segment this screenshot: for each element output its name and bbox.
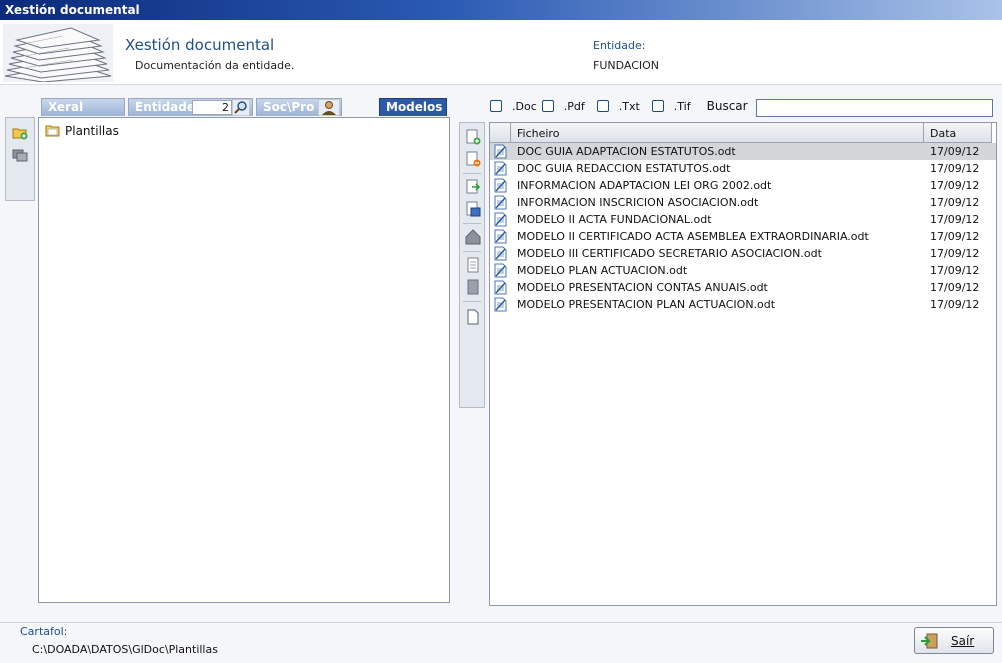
- file-date: 17/09/12: [930, 264, 980, 277]
- entity-value: FUNDACION: [593, 59, 660, 72]
- documents-stack-logo: [3, 24, 113, 82]
- save-file-icon[interactable]: [465, 201, 481, 217]
- file-date: 17/09/12: [930, 145, 980, 158]
- doc-label: .Doc: [512, 99, 537, 113]
- file-name: DOC GUIA REDACCION ESTATUTOS.odt: [517, 162, 731, 175]
- folder-tree: Plantillas: [38, 117, 450, 603]
- table-row[interactable]: MODELO III CERTIFICADO SECRETARIO ASOCIA…: [490, 245, 996, 262]
- column-header-date[interactable]: Data: [924, 123, 992, 143]
- file-actions-toolbar: [459, 122, 485, 408]
- window-titlebar: Xestión documental: [0, 0, 1002, 20]
- column-header-icon: [490, 123, 511, 143]
- document-gray-icon[interactable]: [465, 279, 481, 295]
- table-row[interactable]: INFORMACION INSCRICION ASOCIACION.odt 17/…: [490, 194, 996, 211]
- file-name: INFORMACION INSCRICION ASOCIACION.odt: [517, 196, 759, 209]
- folder-icon: [45, 125, 60, 137]
- table-row[interactable]: MODELO PRESENTACION PLAN ACTUACION.odt 17…: [490, 296, 996, 313]
- odt-document-icon: [494, 280, 507, 295]
- odt-document-icon: [494, 246, 507, 261]
- pdf-checkbox[interactable]: [541, 100, 554, 112]
- file-name: MODELO II CERTIFICADO ACTA ASEMBLEA EXTR…: [517, 230, 869, 243]
- app-subtitle: Documentación da entidade.: [135, 59, 295, 72]
- document-icon[interactable]: [465, 257, 481, 273]
- tree-toolbar: [5, 117, 35, 201]
- extension-filters: .Doc .Pdf .Txt .Tif Buscar: [490, 99, 748, 113]
- table-row[interactable]: INFORMACION ADAPTACION LEI ORG 2002.odt 1…: [490, 177, 996, 194]
- folder-path: C:\DOADA\DATOS\GlDoc\Plantillas: [32, 643, 218, 656]
- folder-label: Cartafol:: [20, 625, 68, 638]
- odt-document-icon: [494, 212, 507, 227]
- file-date: 17/09/12: [930, 281, 980, 294]
- file-date: 17/09/12: [930, 298, 980, 311]
- file-name: DOC GUIA ADAPTACION ESTATUTOS.odt: [517, 145, 736, 158]
- file-name: MODELO PRESENTACION CONTAS ANUAIS.odt: [517, 281, 768, 294]
- table-row[interactable]: MODELO PLAN ACTUACION.odt 17/09/12: [490, 262, 996, 279]
- doc-checkbox[interactable]: [490, 100, 502, 112]
- column-header-file[interactable]: Ficheiro: [511, 123, 924, 143]
- search-label: Buscar: [706, 99, 748, 113]
- home-icon[interactable]: [465, 229, 481, 245]
- entity-label: Entidade:: [593, 39, 646, 52]
- new-folder-icon[interactable]: [12, 126, 28, 140]
- odt-document-icon: [494, 195, 507, 210]
- window-title: Xestión documental: [5, 3, 140, 17]
- file-date: 17/09/12: [930, 179, 980, 192]
- file-date: 17/09/12: [930, 162, 980, 175]
- file-date: 17/09/12: [930, 213, 980, 226]
- app-title: Xestión documental: [125, 36, 275, 54]
- file-date: 17/09/12: [930, 230, 980, 243]
- odt-document-icon: [494, 144, 507, 159]
- exit-door-icon: [921, 633, 938, 649]
- pdf-label: .Pdf: [563, 99, 585, 113]
- tab-modelos[interactable]: Modelos: [379, 98, 447, 116]
- tree-item-plantillas[interactable]: Plantillas: [45, 124, 119, 138]
- table-row[interactable]: DOC GUIA REDACCION ESTATUTOS.odt 17/09/12: [490, 160, 996, 177]
- table-row[interactable]: MODELO II ACTA FUNDACIONAL.odt 17/09/12: [490, 211, 996, 228]
- file-date: 17/09/12: [930, 247, 980, 260]
- file-name: MODELO PRESENTACION PLAN ACTUACION.odt: [517, 298, 776, 311]
- exit-label: Saír: [951, 634, 975, 648]
- tab-xeral[interactable]: Xeral: [41, 98, 125, 116]
- table-row[interactable]: DOC GUIA ADAPTACION ESTATUTOS.odt 17/09/1…: [490, 143, 996, 160]
- txt-label: .Txt: [618, 99, 640, 113]
- delete-file-icon[interactable]: [465, 151, 481, 167]
- user-icon[interactable]: [318, 99, 340, 116]
- odt-document-icon: [494, 263, 507, 278]
- file-name: MODELO II ACTA FUNDACIONAL.odt: [517, 213, 712, 226]
- search-input[interactable]: [756, 99, 993, 117]
- exit-button[interactable]: Saír: [914, 627, 994, 654]
- file-date: 17/09/12: [930, 196, 980, 209]
- file-name: MODELO III CERTIFICADO SECRETARIO ASOCIA…: [517, 247, 822, 260]
- file-table: Ficheiro Data DOC GUIA ADAPTACION ESTATU…: [489, 122, 997, 606]
- odt-document-icon: [494, 178, 507, 193]
- export-file-icon[interactable]: [465, 179, 481, 195]
- tree-item-label: Plantillas: [65, 124, 119, 138]
- entity-number-field[interactable]: 2: [192, 100, 232, 115]
- txt-checkbox[interactable]: [596, 100, 609, 112]
- tif-checkbox[interactable]: [651, 100, 664, 112]
- search-icon[interactable]: [232, 99, 250, 116]
- add-file-icon[interactable]: [465, 129, 481, 145]
- odt-document-icon: [494, 229, 507, 244]
- tif-label: .Tif: [673, 99, 691, 113]
- move-folder-icon[interactable]: [12, 148, 28, 162]
- odt-document-icon: [494, 161, 507, 176]
- file-name: INFORMACION ADAPTACION LEI ORG 2002.odt: [517, 179, 772, 192]
- file-name: MODELO PLAN ACTUACION.odt: [517, 264, 688, 277]
- table-row[interactable]: MODELO II CERTIFICADO ACTA ASEMBLEA EXTR…: [490, 228, 996, 245]
- blank-page-icon[interactable]: [465, 309, 481, 325]
- odt-document-icon: [494, 297, 507, 312]
- table-row[interactable]: MODELO PRESENTACION CONTAS ANUAIS.odt 17/…: [490, 279, 996, 296]
